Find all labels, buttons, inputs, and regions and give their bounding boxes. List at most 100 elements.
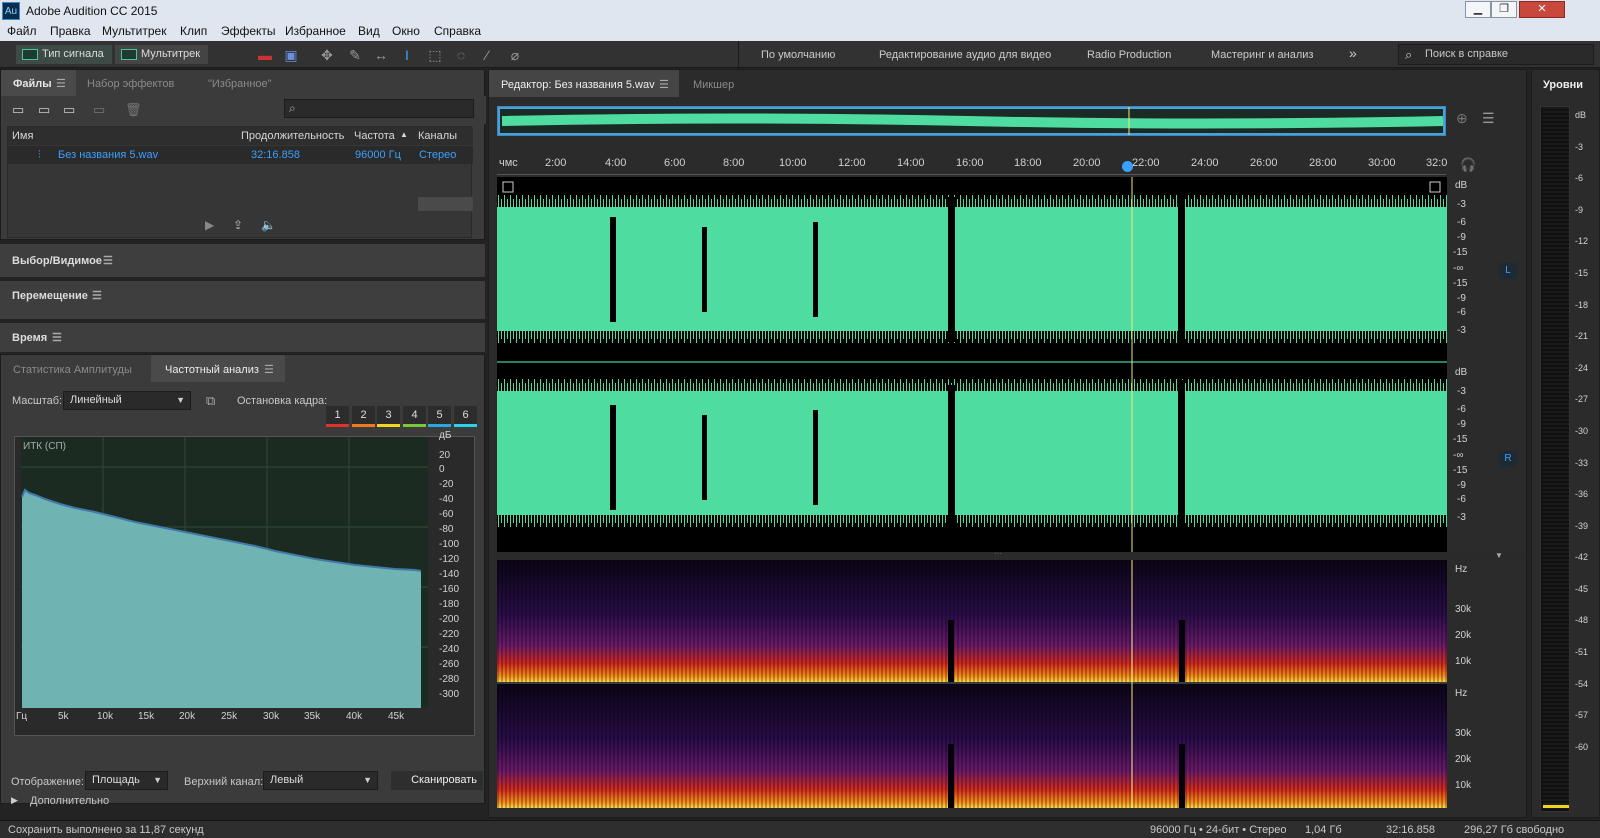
- display-dropdown[interactable]: Площадь ▼: [85, 771, 168, 790]
- menu-view[interactable]: Вид: [358, 24, 380, 38]
- workspace-more-button[interactable]: »: [1349, 45, 1357, 61]
- toolbar: Тип сигнала Мультитрек ▬ ▣ ✥ ✎ ↔ I ⬚ ◌ ⁄…: [0, 41, 1600, 68]
- tab-effects-rack[interactable]: Набор эффектов: [87, 78, 174, 90]
- tab-favorites[interactable]: "Избранное": [208, 78, 272, 90]
- spectrum-plot-frame: ИТК (СП) дБ 20 0 -20 -40 -60 -80 -100 -1…: [14, 430, 475, 736]
- copy-icon[interactable]: ⧉: [206, 393, 215, 409]
- advanced-label[interactable]: Дополнительно: [30, 795, 109, 807]
- maximize-button[interactable]: ❐: [1491, 1, 1517, 18]
- freeze-frame-5[interactable]: 5: [428, 406, 451, 424]
- waveform-canvas: [497, 177, 1447, 552]
- save-file-icon[interactable]: ▭: [93, 102, 105, 118]
- freeze-frame-6[interactable]: 6: [454, 406, 477, 424]
- section-menu-icon[interactable]: ☰: [103, 254, 113, 267]
- files-toolbar: ▭ ▭ ▭ ▭ 🗑 ⌕: [1, 96, 486, 124]
- menu-effects[interactable]: Эффекты: [221, 24, 276, 38]
- top-channel-dropdown[interactable]: Левый ▼: [263, 771, 378, 790]
- brush-tool-icon[interactable]: ⁄: [478, 46, 496, 64]
- speaker-icon[interactable]: 🔈: [261, 218, 276, 232]
- new-file-icon[interactable]: ▭: [63, 102, 75, 118]
- tab-mixer[interactable]: Микшер: [693, 79, 734, 91]
- files-search-input[interactable]: ⌕: [284, 99, 474, 118]
- open-file-icon[interactable]: ▭: [12, 102, 24, 118]
- freeze-frame-3[interactable]: 3: [377, 406, 400, 424]
- display-label: Отображение:: [11, 776, 84, 788]
- freeze-frame-4[interactable]: 4: [403, 406, 426, 424]
- tab-frequency-analysis[interactable]: Частотный анализ: [165, 364, 259, 376]
- menu-file[interactable]: Файл: [7, 24, 37, 38]
- files-menu-icon[interactable]: ☰: [56, 77, 66, 90]
- hz-label: Hz: [1455, 688, 1468, 699]
- section-selection-view[interactable]: Выбор/Видимое ☰: [0, 242, 485, 277]
- spectral-pitch-icon[interactable]: ▣: [282, 46, 300, 64]
- minimize-button[interactable]: ▁: [1465, 1, 1491, 18]
- levels-panel: Уровни dB -3 -6 -9 -12 -15 -18 -21 -24 -…: [1531, 69, 1600, 818]
- scan-button[interactable]: Сканировать: [391, 771, 483, 790]
- move-tool-icon[interactable]: ✥: [318, 46, 336, 64]
- waveform-display[interactable]: [497, 177, 1447, 552]
- time-selection-tool-icon[interactable]: I: [398, 46, 416, 64]
- expand-advanced-icon[interactable]: ▶: [11, 795, 18, 806]
- channel-left-toggle[interactable]: L: [1499, 263, 1517, 279]
- collapse-arrow-icon[interactable]: ▼: [1495, 551, 1503, 560]
- lasso-tool-icon[interactable]: ◌: [452, 46, 470, 64]
- workspace-mastering[interactable]: Мастеринг и анализ: [1211, 49, 1313, 61]
- level-tick: -51: [1575, 647, 1589, 657]
- analysis-menu-icon[interactable]: ☰: [264, 363, 274, 376]
- level-tick: -42: [1575, 552, 1589, 562]
- spectral-display-icon[interactable]: ▬: [256, 46, 274, 64]
- tab-amplitude-stats[interactable]: Статистика Амплитуды: [13, 364, 132, 376]
- editor-menu-icon[interactable]: ☰: [659, 78, 669, 91]
- waveform-mode-button[interactable]: Тип сигнала: [16, 45, 112, 64]
- menu-edit[interactable]: Правка: [50, 24, 91, 38]
- menu-clip[interactable]: Клип: [180, 24, 207, 38]
- marquee-tool-icon[interactable]: ⬚: [426, 46, 444, 64]
- list-icon[interactable]: ☰: [1482, 110, 1495, 127]
- overview-navigator[interactable]: [497, 106, 1446, 136]
- healing-tool-icon[interactable]: ⌀: [506, 46, 524, 64]
- files-scrollbar[interactable]: [418, 197, 473, 211]
- tab-editor[interactable]: Редактор: Без названия 5.wav: [501, 79, 655, 91]
- section-menu-icon[interactable]: ☰: [52, 331, 62, 344]
- section-menu-icon[interactable]: ☰: [92, 289, 102, 302]
- col-channels[interactable]: Каналы: [418, 130, 457, 142]
- menu-favorites[interactable]: Избранное: [285, 24, 346, 38]
- headphones-icon[interactable]: 🎧: [1460, 157, 1476, 173]
- menu-window[interactable]: Окно: [392, 24, 420, 38]
- col-duration[interactable]: Продолжительность: [241, 130, 344, 142]
- time-tick: 16:00: [956, 157, 984, 169]
- scale-dropdown[interactable]: Линейный ▼: [63, 391, 191, 410]
- razor-tool-icon[interactable]: ✎: [346, 46, 364, 64]
- view-splitter[interactable]: ⋯ ▼: [497, 549, 1526, 560]
- multitrack-mode-button[interactable]: Мультитрек: [115, 45, 209, 64]
- close-button[interactable]: ✕: [1519, 1, 1565, 18]
- db-label: -15: [1453, 465, 1468, 476]
- table-row[interactable]: ⫶ Без названия 5.wav 32:16.858 96000 Гц …: [8, 146, 473, 164]
- play-icon[interactable]: ▶: [205, 218, 214, 232]
- section-transport[interactable]: Перемещение ☰: [0, 279, 485, 319]
- channel-right-toggle[interactable]: R: [1499, 451, 1517, 467]
- freeze-frame-2[interactable]: 2: [352, 406, 375, 424]
- tab-files[interactable]: Файлы: [13, 78, 52, 90]
- sort-asc-icon[interactable]: ▲: [400, 130, 408, 139]
- app-logo: Au: [2, 2, 20, 20]
- zoom-icon[interactable]: ⊕: [1456, 110, 1468, 127]
- col-rate[interactable]: Частота: [354, 130, 395, 142]
- help-search-input[interactable]: ⌕ Поиск в справке: [1398, 44, 1594, 65]
- timeline-ruler[interactable]: чмс 2:00 4:00 6:00 8:00 10:00 12:00 14:0…: [497, 153, 1447, 175]
- col-name[interactable]: Имя: [12, 130, 33, 142]
- menu-help[interactable]: Справка: [434, 24, 481, 38]
- spectral-display[interactable]: [497, 560, 1447, 808]
- import-file-icon[interactable]: ▭: [38, 102, 50, 118]
- playhead-handle[interactable]: [1122, 161, 1133, 172]
- menu-multitrack[interactable]: Мультитрек: [102, 24, 166, 38]
- db-tick: -20: [439, 479, 454, 490]
- export-icon[interactable]: ⇪: [233, 218, 243, 232]
- workspace-video[interactable]: Редактирование аудио для видео: [879, 49, 1051, 61]
- workspace-radio[interactable]: Radio Production: [1087, 49, 1171, 61]
- delete-icon[interactable]: 🗑: [125, 102, 142, 118]
- workspace-default[interactable]: По умолчанию: [761, 49, 835, 61]
- freeze-frame-1[interactable]: 1: [326, 406, 349, 424]
- section-time[interactable]: Время ☰: [0, 321, 485, 352]
- slip-tool-icon[interactable]: ↔: [372, 46, 390, 64]
